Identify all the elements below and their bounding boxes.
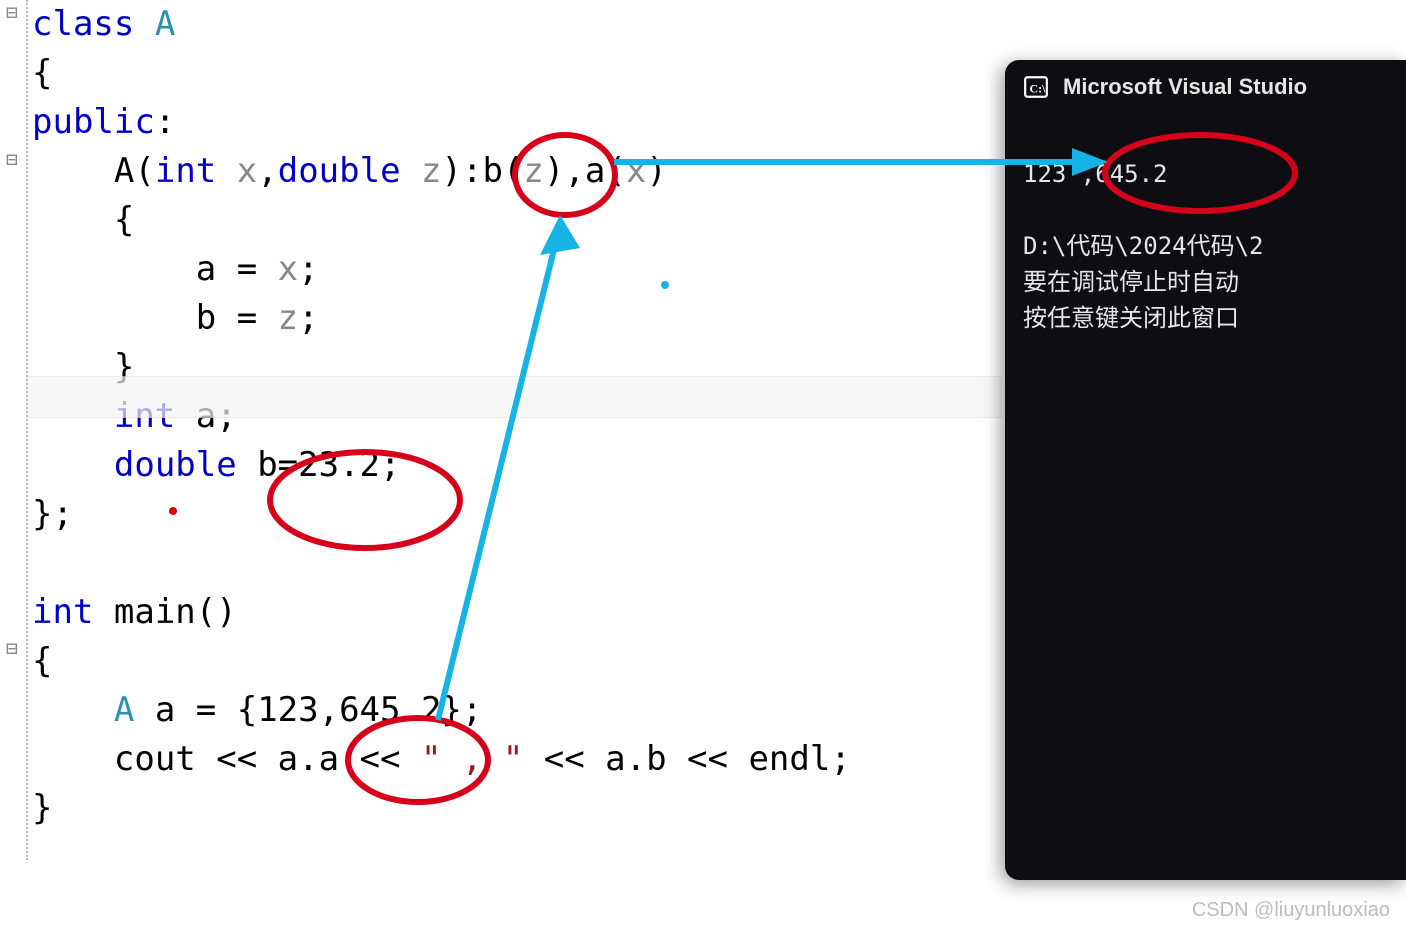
cout-stmt: cout << a.a << xyxy=(114,739,421,779)
svg-text:C:\: C:\ xyxy=(1030,81,1047,95)
console-window[interactable]: C:\ Microsoft Visual Studio 123 ,645.2 D… xyxy=(1005,60,1406,880)
param-z: z xyxy=(401,151,442,191)
output-msg-2: 按任意键关闭此窗口 xyxy=(1023,304,1239,332)
brace-close: }; xyxy=(32,494,73,534)
init-a: a xyxy=(585,151,605,191)
init-b: b xyxy=(482,151,502,191)
console-output: 123 ,645.2 D:\代码\2024代码\2 要在调试停止时自动 按任意键… xyxy=(1005,114,1406,378)
fold-toggle-icon[interactable]: ⊟ xyxy=(6,0,18,26)
param-x: x xyxy=(216,151,257,191)
console-icon: C:\ xyxy=(1023,74,1049,100)
brace-open: { xyxy=(32,53,52,93)
keyword-double: double xyxy=(278,151,401,191)
console-title: Microsoft Visual Studio xyxy=(1063,74,1307,100)
member-b: b=23.2; xyxy=(237,445,401,485)
squiggle-dot-icon xyxy=(169,507,177,515)
keyword-int: int xyxy=(155,151,216,191)
output-line-1: 123 ,645.2 xyxy=(1023,160,1168,188)
keyword-double: double xyxy=(114,445,237,485)
output-msg-1: 要在调试停止时自动 xyxy=(1023,268,1239,296)
code-editor[interactable]: ⊟ ⊟ ⊟ class A { public: A(int x,double z… xyxy=(0,0,1000,932)
indent-guide xyxy=(26,0,30,860)
current-line-highlight xyxy=(26,376,1002,418)
fold-gutter: ⊟ ⊟ ⊟ xyxy=(0,0,26,932)
keyword-public: public xyxy=(32,102,155,142)
fn-main: main() xyxy=(93,592,236,632)
console-titlebar[interactable]: C:\ Microsoft Visual Studio xyxy=(1005,60,1406,114)
keyword-class: class xyxy=(32,4,134,44)
fold-toggle-icon[interactable]: ⊟ xyxy=(6,147,18,173)
fold-toggle-icon[interactable]: ⊟ xyxy=(6,636,18,662)
watermark-text: CSDN @liuyunluoxiao xyxy=(1192,899,1390,922)
keyword-int: int xyxy=(32,592,93,632)
type-A: A xyxy=(134,4,175,44)
output-path: D:\代码\2024代码\2 xyxy=(1023,232,1264,260)
type-A: A xyxy=(114,690,134,730)
local-a-init: a = {123,645.2}; xyxy=(134,690,482,730)
string-literal: " , " xyxy=(421,739,523,779)
ctor-A: A xyxy=(114,151,134,191)
